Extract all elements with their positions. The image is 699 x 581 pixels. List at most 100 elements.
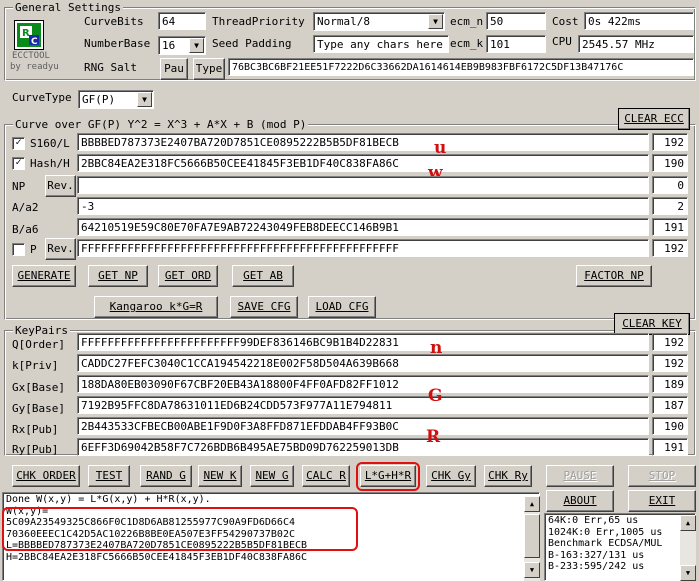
ecm-n-input[interactable]: 50 bbox=[486, 12, 546, 30]
bench-line: 1024K:0 Err,1005 us bbox=[548, 526, 663, 538]
chk-order-button[interactable]: CHK ORDER bbox=[12, 465, 80, 487]
svg-text:R: R bbox=[22, 28, 30, 39]
bench-line: B-233:595/242 us bbox=[548, 561, 645, 572]
seed-padding-input[interactable]: Type any chars here bbox=[313, 35, 449, 53]
new-k-button[interactable]: NEW K bbox=[198, 465, 242, 487]
benchmark-log[interactable]: 64K:0 Err,65 us 1024K:0 Err,1005 us Benc… bbox=[544, 513, 696, 581]
b-length: 191 bbox=[652, 218, 688, 236]
curvebits-input[interactable]: 64 bbox=[158, 12, 206, 30]
exit-button[interactable]: EXIT bbox=[628, 490, 696, 512]
pau-button[interactable]: Pau bbox=[160, 58, 188, 80]
p-length: 192 bbox=[652, 239, 688, 257]
scroll-down-icon[interactable]: ▼ bbox=[680, 565, 696, 581]
curve-title: Curve over GF(P) Y^2 = X^3 + A*X + B (mo… bbox=[13, 118, 309, 131]
ecm-k-input[interactable]: 101 bbox=[486, 35, 546, 53]
chevron-down-icon[interactable]: ▼ bbox=[189, 38, 204, 53]
ecm-n-label: ecm_n bbox=[450, 15, 484, 28]
key-row-label: Gy[Base] bbox=[12, 402, 65, 415]
cpu-value: 2545.57 MHz bbox=[578, 35, 694, 53]
chevron-down-icon[interactable]: ▼ bbox=[137, 92, 152, 107]
hash-input[interactable]: 2BBC84EA2E318FC5666B50CEE41845F3EB1DF40C… bbox=[77, 154, 649, 172]
curvetype-select[interactable]: GF(P) ▼ bbox=[78, 90, 154, 109]
chk-gy-button[interactable]: CHK Gy bbox=[426, 465, 476, 487]
test-button[interactable]: TEST bbox=[88, 465, 130, 487]
order-length: 192 bbox=[652, 333, 688, 351]
general-settings-title: General Settings bbox=[13, 1, 123, 14]
cpu-label: CPU bbox=[552, 35, 572, 48]
new-g-button[interactable]: NEW G bbox=[250, 465, 294, 487]
type-button[interactable]: Type bbox=[193, 58, 225, 80]
calc-r-button[interactable]: CALC R bbox=[302, 465, 350, 487]
hash-label: Hash/H bbox=[30, 157, 70, 170]
clear-key-button[interactable]: CLEAR KEY bbox=[614, 313, 690, 335]
annotation-r: R bbox=[426, 427, 441, 447]
factor-np-button[interactable]: FACTOR NP bbox=[576, 265, 652, 287]
hash-checkbox[interactable]: ✓ bbox=[12, 157, 25, 170]
about-button[interactable]: ABOUT bbox=[546, 490, 614, 512]
np-rev-button[interactable]: Rev. bbox=[45, 175, 76, 197]
clear-ecc-button[interactable]: CLEAR ECC bbox=[618, 108, 690, 130]
key-row-label: Rx[Pub] bbox=[12, 423, 59, 436]
chevron-down-icon[interactable]: ▼ bbox=[428, 14, 443, 29]
cost-label: Cost bbox=[552, 15, 579, 28]
numberbase-value: 16 bbox=[162, 39, 176, 52]
logo-subcaption: by readyu bbox=[10, 62, 59, 72]
save-cfg-button[interactable]: SAVE CFG bbox=[230, 296, 298, 318]
rand-g-button[interactable]: RAND G bbox=[140, 465, 192, 487]
generate-button[interactable]: GENERATE bbox=[12, 265, 76, 287]
s160-input[interactable]: BBBBED787373E2407BA720D7851CE0895222B5B5… bbox=[77, 133, 649, 151]
curvetype-label: CurveType bbox=[12, 91, 72, 104]
output-line: H=2BBC84EA2E318FC5666B50CEE41845F3EB1DF4… bbox=[6, 551, 308, 563]
rng-salt-input[interactable]: 76BC3BC6BF21EE51F7222D6C33662DA1614614EB… bbox=[228, 58, 694, 76]
get-ab-button[interactable]: GET AB bbox=[232, 265, 294, 287]
b-input[interactable]: 64210519E59C80E70FA7E9AB72243049FEB8DEEC… bbox=[77, 218, 649, 236]
p-checkbox[interactable] bbox=[12, 243, 25, 256]
scroll-thumb[interactable] bbox=[524, 514, 540, 558]
pause-button[interactable]: PAUSE bbox=[546, 465, 614, 487]
gx-input[interactable]: 188DA80EB03090F67CBF20EB43A18800F4FF0AFD… bbox=[77, 375, 649, 393]
bench-line: 64K:0 Err,65 us bbox=[548, 515, 639, 526]
load-cfg-button[interactable]: LOAD CFG bbox=[308, 296, 376, 318]
s160-checkbox[interactable]: ✓ bbox=[12, 137, 25, 150]
highlight-box bbox=[356, 462, 420, 491]
scroll-up-icon[interactable]: ▲ bbox=[680, 515, 696, 531]
key-row-label: k[Priv] bbox=[12, 359, 59, 372]
p-label: P bbox=[30, 243, 37, 256]
ry-input[interactable]: 6EFF3D69042B58F7C726BDB6B495AE75BD09D762… bbox=[77, 438, 649, 456]
gy-length: 187 bbox=[652, 396, 688, 414]
threadpriority-value: Normal/8 bbox=[317, 15, 370, 28]
a-input[interactable]: -3 bbox=[77, 197, 649, 215]
order-input[interactable]: FFFFFFFFFFFFFFFFFFFFFFFF99DEF836146BC9B1… bbox=[77, 333, 649, 351]
benchmark-scrollbar[interactable]: ▲ ▼ bbox=[680, 515, 696, 581]
logo-caption: ECCTOOL bbox=[12, 51, 50, 61]
rx-input[interactable]: 2B443533CFBECB00ABE1F9D0F3A8FFD871EFDDAB… bbox=[77, 417, 649, 435]
chk-ry-button[interactable]: CHK Ry bbox=[484, 465, 532, 487]
gy-input[interactable]: 7192B95FFC8DA78631011ED6B24CDD573F977A11… bbox=[77, 396, 649, 414]
private-key-input[interactable]: CADDC27FEFC3040C1CCA194542218E002F58D504… bbox=[77, 354, 649, 372]
ecctool-logo-icon: R C bbox=[14, 20, 44, 50]
p-input[interactable]: FFFFFFFFFFFFFFFFFFFFFFFFFFFFFFFFFFFFFFFF… bbox=[77, 239, 649, 257]
key-row-label: Ry[Pub] bbox=[12, 443, 59, 456]
curvetype-value: GF(P) bbox=[82, 93, 116, 106]
a-label: A/a2 bbox=[12, 201, 39, 214]
annotation-g: G bbox=[428, 386, 443, 406]
np-input[interactable] bbox=[77, 176, 649, 194]
ecm-k-label: ecm_k bbox=[450, 37, 484, 50]
bench-line: B-163:327/131 us bbox=[548, 549, 645, 561]
s160-label: S160/L bbox=[30, 137, 70, 150]
get-np-button[interactable]: GET NP bbox=[88, 265, 148, 287]
svg-text:C: C bbox=[31, 37, 38, 47]
ry-length: 191 bbox=[652, 438, 688, 456]
numberbase-select[interactable]: 16 ▼ bbox=[158, 36, 206, 55]
kangaroo-button[interactable]: Kangaroo k*G=R bbox=[94, 296, 218, 318]
scroll-down-icon[interactable]: ▼ bbox=[524, 562, 540, 578]
get-ord-button[interactable]: GET ORD bbox=[158, 265, 218, 287]
gx-length: 189 bbox=[652, 375, 688, 393]
scroll-up-icon[interactable]: ▲ bbox=[524, 496, 540, 512]
a-length: 2 bbox=[652, 197, 688, 215]
stop-button[interactable]: STOP bbox=[628, 465, 696, 487]
p-rev-button[interactable]: Rev. bbox=[45, 238, 76, 260]
b-label: B/a6 bbox=[12, 223, 39, 236]
output-scrollbar[interactable]: ▲ ▼ bbox=[524, 496, 540, 581]
threadpriority-select[interactable]: Normal/8 ▼ bbox=[313, 12, 445, 31]
